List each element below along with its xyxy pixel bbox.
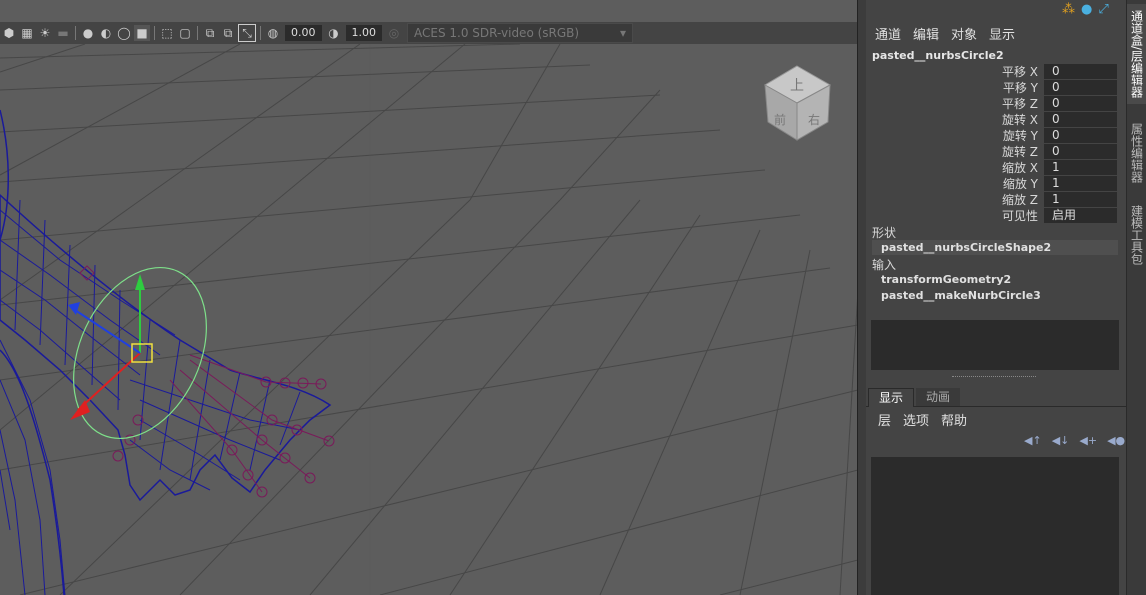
film-gate-icon[interactable]: ⧉ bbox=[202, 25, 218, 41]
colorspace-label: ACES 1.0 SDR-video (sRGB) bbox=[414, 26, 580, 40]
safe-action-icon[interactable]: ⤡ bbox=[238, 24, 256, 42]
attr-label: 平移 X bbox=[1001, 65, 1038, 79]
menu-object[interactable]: 对象 bbox=[951, 24, 977, 43]
joint-icon[interactable]: ◯ bbox=[116, 25, 132, 41]
toolbar-divider bbox=[154, 26, 155, 40]
object-name[interactable]: pasted__nurbsCircle2 bbox=[872, 49, 1004, 62]
attr-value[interactable]: 0 bbox=[1044, 80, 1117, 95]
toolbar-divider bbox=[260, 26, 261, 40]
attr-value[interactable]: 0 bbox=[1044, 128, 1117, 143]
tab-display[interactable]: 显示 bbox=[868, 388, 915, 407]
attr-value[interactable]: 0 bbox=[1044, 112, 1117, 127]
graph-icon[interactable]: ⤢ bbox=[1098, 2, 1108, 17]
menu-layers[interactable]: 层 bbox=[878, 410, 891, 429]
grid-icon[interactable]: ■ bbox=[134, 25, 150, 41]
shadow-icon[interactable]: ▬ bbox=[55, 25, 71, 41]
color-management-icon[interactable]: ◎ bbox=[386, 25, 402, 41]
attr-value[interactable]: 1 bbox=[1044, 192, 1117, 207]
input-node[interactable]: transformGeometry2 bbox=[881, 273, 1011, 286]
attr-label: 缩放 Z bbox=[1001, 193, 1038, 207]
isolate-icon[interactable]: ● bbox=[80, 25, 96, 41]
side-tab-bar: 通道盒/层编辑器 属性编辑器 建模工具包 bbox=[1126, 0, 1146, 595]
viewport-canvas[interactable]: 上 前 右 bbox=[0, 44, 858, 595]
globe-icon[interactable]: ● bbox=[1081, 2, 1092, 17]
channel-box-layer-editor: ⁂ ● ⤢ 通道 编辑 对象 显示 pasted__nurbsCircle2 平… bbox=[866, 0, 1126, 595]
tab-modeling-toolkit[interactable]: 建模工具包 bbox=[1127, 200, 1146, 270]
resolution-gate-icon[interactable]: ⬚ bbox=[159, 25, 175, 41]
light-icon[interactable]: ☀ bbox=[37, 25, 53, 41]
smooth-shade-icon[interactable]: ⬢ bbox=[1, 25, 17, 41]
attr-value[interactable]: 1 bbox=[1044, 160, 1117, 175]
attr-row[interactable]: 旋转 Z 0 bbox=[866, 144, 1118, 160]
gate-mask-icon[interactable]: ⧉ bbox=[220, 25, 236, 41]
toolbar-divider bbox=[197, 26, 198, 40]
node-icon[interactable]: ⁂ bbox=[1062, 2, 1075, 17]
tab-animation[interactable]: 动画 bbox=[916, 388, 961, 406]
attr-row[interactable]: 平移 Z 0 bbox=[866, 96, 1118, 112]
ground-grid bbox=[0, 44, 858, 595]
exposure-icon[interactable]: ◍ bbox=[265, 25, 281, 41]
attr-row[interactable]: 缩放 X 1 bbox=[866, 160, 1118, 176]
attr-row[interactable]: 旋转 Y 0 bbox=[866, 128, 1118, 144]
xray-icon[interactable]: ◐ bbox=[98, 25, 114, 41]
move-layer-down-icon[interactable]: ◀↓ bbox=[1052, 434, 1070, 447]
new-layer-selected-icon[interactable]: ◀● bbox=[1107, 434, 1125, 447]
attr-value[interactable]: 1 bbox=[1044, 176, 1117, 191]
attr-value[interactable]: 0 bbox=[1044, 96, 1117, 111]
menu-help[interactable]: 帮助 bbox=[941, 410, 967, 429]
attr-row[interactable]: 平移 Y 0 bbox=[866, 80, 1118, 96]
inputs-header: 输入 bbox=[872, 258, 897, 272]
input-node[interactable]: pasted__makeNurbCircle3 bbox=[881, 289, 1041, 302]
layer-buttons: ◀↑ ◀↓ ◀+ ◀● bbox=[1024, 434, 1125, 447]
attr-label: 可见性 bbox=[1001, 209, 1038, 223]
shape-node[interactable]: pasted__nurbsCircleShape2 bbox=[881, 241, 1051, 254]
view-cube-top-label: 上 bbox=[790, 78, 804, 94]
move-layer-up-icon[interactable]: ◀↑ bbox=[1024, 434, 1042, 447]
shapes-header: 形状 bbox=[872, 226, 897, 240]
attr-label: 平移 Z bbox=[1001, 97, 1038, 111]
attr-label: 缩放 X bbox=[1001, 161, 1038, 175]
attr-row[interactable]: 平移 X 0 bbox=[866, 64, 1118, 80]
attr-row[interactable]: 旋转 X 0 bbox=[866, 112, 1118, 128]
tab-attribute-editor[interactable]: 属性编辑器 bbox=[1127, 118, 1146, 188]
attr-value[interactable]: 0 bbox=[1044, 64, 1117, 79]
attr-label: 缩放 Y bbox=[1002, 177, 1038, 191]
panel-header-icons: ⁂ ● ⤢ bbox=[1062, 2, 1109, 17]
view-cube[interactable]: 上 前 右 bbox=[764, 65, 832, 141]
menu-options[interactable]: 选项 bbox=[903, 410, 929, 429]
tab-channel-box[interactable]: 通道盒/层编辑器 bbox=[1127, 4, 1146, 104]
splitter-handle[interactable] bbox=[952, 376, 1036, 377]
gamma-icon[interactable]: ◑ bbox=[326, 25, 342, 41]
menu-edit[interactable]: 编辑 bbox=[913, 24, 939, 43]
menu-channels[interactable]: 通道 bbox=[875, 24, 901, 43]
menu-show[interactable]: 显示 bbox=[989, 24, 1015, 43]
channel-box-empty-area bbox=[871, 320, 1119, 370]
exposure-field[interactable]: 0.00 bbox=[285, 25, 322, 41]
attr-label: 平移 Y bbox=[1002, 81, 1038, 95]
gamma-field[interactable]: 1.00 bbox=[345, 25, 382, 41]
chevron-down-icon: ▾ bbox=[619, 26, 626, 40]
view-cube-front-label: 前 bbox=[774, 112, 786, 127]
attr-label: 旋转 Y bbox=[1002, 129, 1038, 143]
view-cube-right-label: 右 bbox=[808, 112, 820, 127]
viewport-panel[interactable]: ⬢ ▦ ☀ ▬ ● ◐ ◯ ■ ⬚ ▢ ⧉ ⧉ ⤡ ◍ 0.00 ◑ 1.00 … bbox=[0, 0, 858, 595]
attr-row[interactable]: 缩放 Y 1 bbox=[866, 176, 1118, 192]
layer-list[interactable] bbox=[871, 457, 1119, 595]
camera-icon[interactable]: ▢ bbox=[177, 25, 193, 41]
wireframe-icon[interactable]: ▦ bbox=[19, 25, 35, 41]
attr-label: 旋转 Z bbox=[1001, 145, 1038, 159]
attr-value[interactable]: 启用 bbox=[1044, 208, 1117, 223]
viewport-toolbar: ⬢ ▦ ☀ ▬ ● ◐ ◯ ■ ⬚ ▢ ⧉ ⧉ ⤡ ◍ 0.00 ◑ 1.00 … bbox=[0, 22, 858, 44]
toolbar-divider bbox=[75, 26, 76, 40]
channel-box-menu: 通道 编辑 对象 显示 bbox=[875, 24, 1015, 43]
attr-label: 旋转 X bbox=[1001, 113, 1038, 127]
new-empty-layer-icon[interactable]: ◀+ bbox=[1079, 434, 1097, 447]
attr-row[interactable]: 缩放 Z 1 bbox=[866, 192, 1118, 208]
attr-row[interactable]: 可见性 启用 bbox=[866, 208, 1118, 224]
colorspace-dropdown[interactable]: ACES 1.0 SDR-video (sRGB) ▾ bbox=[407, 23, 633, 43]
layer-editor-menu: 层 选项 帮助 bbox=[878, 410, 967, 429]
attr-value[interactable]: 0 bbox=[1044, 144, 1117, 159]
